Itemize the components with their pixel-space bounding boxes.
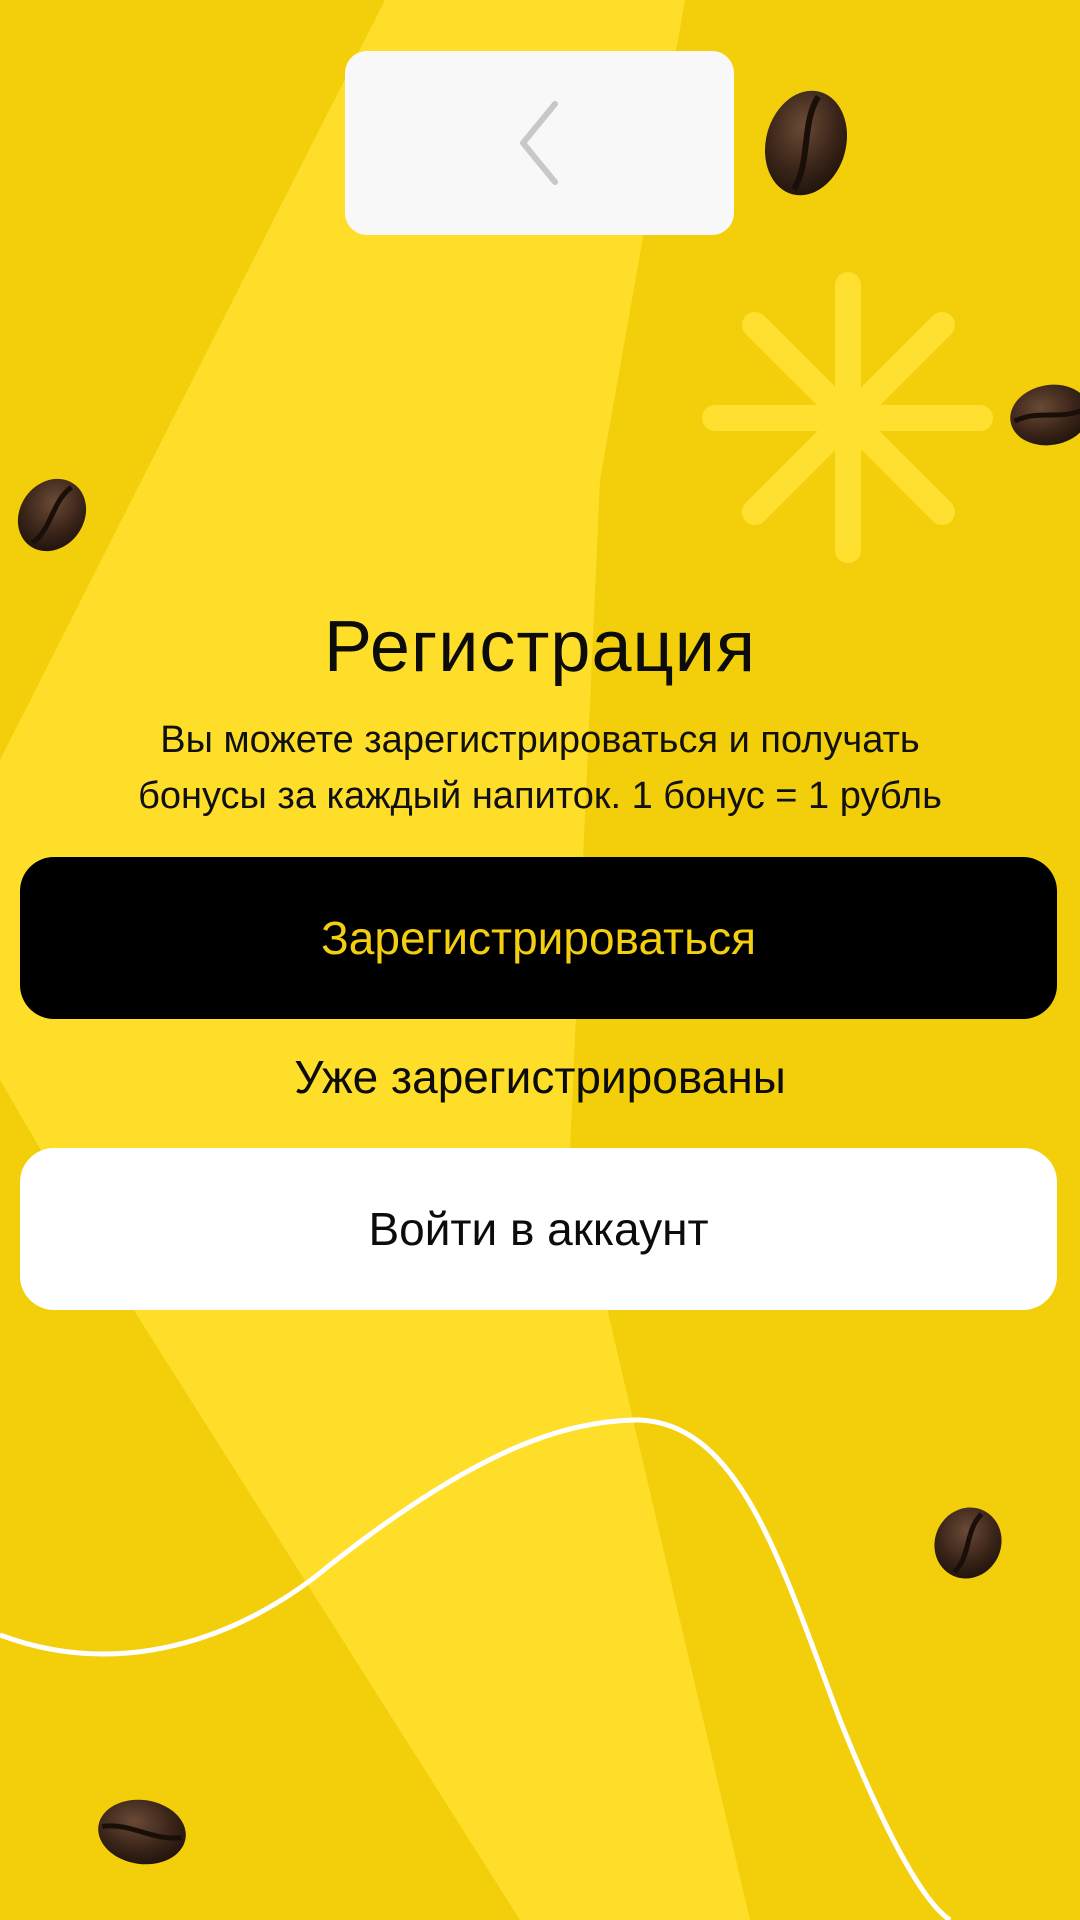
- subtitle-line-1: Вы можете зарегистрироваться и получать: [160, 719, 920, 761]
- register-button-label: Зарегистрироваться: [321, 912, 756, 964]
- page-subtitle: Вы можете зарегистрироваться и получать …: [40, 712, 1040, 824]
- chevron-left-icon: [519, 101, 558, 185]
- subtitle-line-2: бонусы за каждый напиток. 1 бонус = 1 ру…: [138, 775, 942, 817]
- register-button[interactable]: Зарегистрироваться: [20, 857, 1057, 1019]
- sparkle-star-icon: [702, 272, 993, 563]
- already-registered-label: Уже зарегистрированы: [294, 1051, 786, 1103]
- login-button[interactable]: Войти в аккаунт: [20, 1148, 1057, 1310]
- login-button-label: Войти в аккаунт: [368, 1203, 709, 1255]
- page-title: Регистрация: [324, 607, 756, 687]
- back-button[interactable]: [345, 51, 734, 235]
